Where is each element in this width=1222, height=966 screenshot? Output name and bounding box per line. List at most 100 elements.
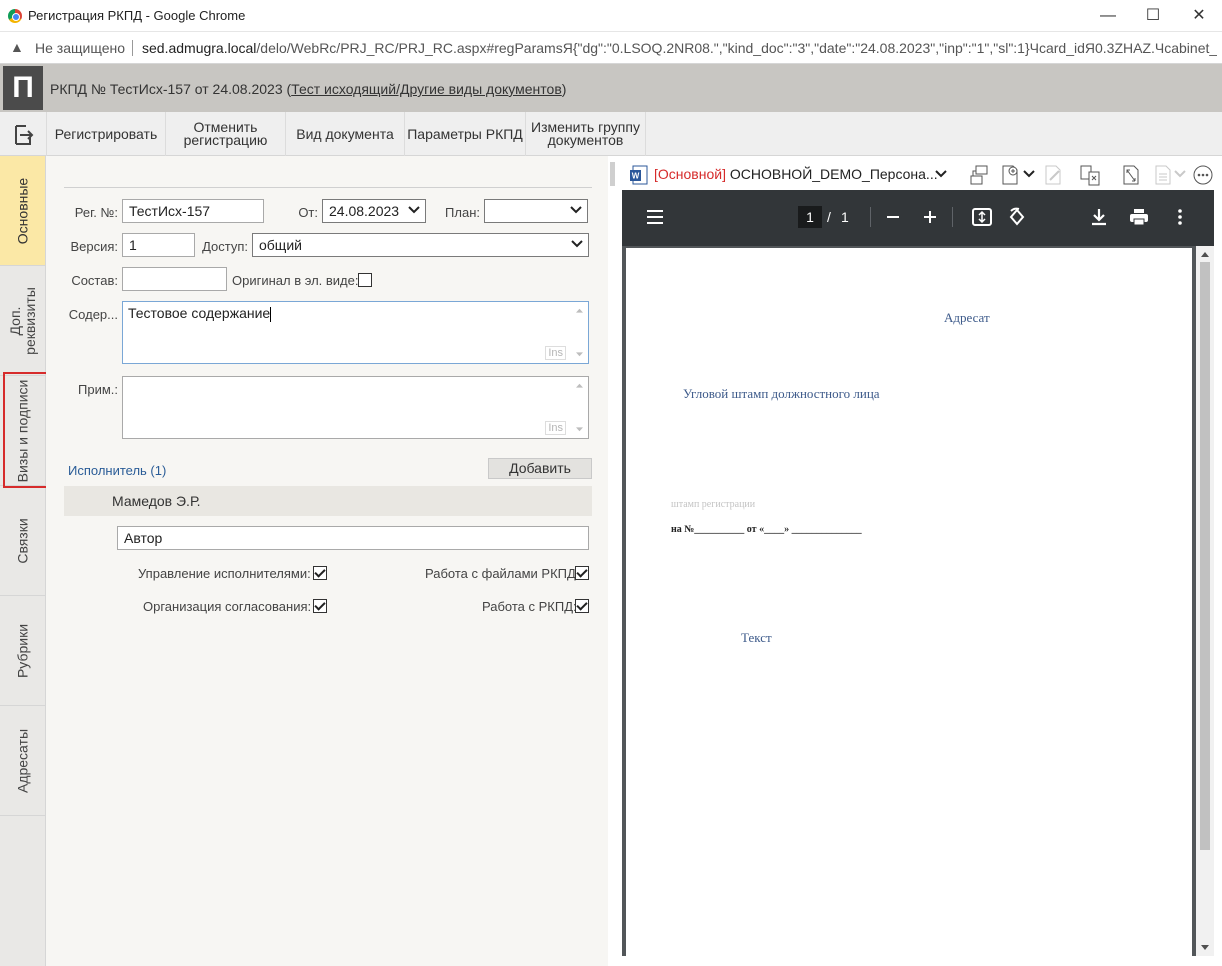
reg-no-input[interactable]: ТестИсх-157 [122, 199, 264, 223]
doc-kind-link[interactable]: Тест исходящий/Другие виды документов [291, 81, 562, 97]
window-title: Регистрация РКПД - Google Chrome [28, 8, 246, 23]
rotate-icon[interactable] [1007, 207, 1027, 227]
tab-addressees[interactable]: Адресаты [0, 706, 45, 816]
app-header: РКПД № ТестИсх-157 от 24.08.2023 (Тест и… [0, 64, 1222, 112]
scroll-down-icon[interactable] [1200, 944, 1210, 952]
address-separator [132, 40, 133, 56]
chevron-down-icon[interactable] [1174, 168, 1186, 180]
executor-link[interactable]: Исполнитель (1) [68, 463, 166, 478]
tab-rubrics[interactable]: Рубрики [0, 596, 45, 706]
pdf-reg-stamp: штамп регистрации [671, 499, 756, 510]
doc-type-button[interactable]: Вид документа [286, 112, 405, 156]
warning-icon[interactable]: ▲ [10, 39, 26, 55]
zoom-in-icon[interactable] [923, 210, 937, 224]
close-button[interactable]: ✕ [1176, 0, 1222, 32]
more-vert-icon[interactable] [1177, 208, 1183, 226]
register-button[interactable]: Регистрировать [46, 112, 166, 156]
pdf-addressee: Адресат [944, 310, 990, 325]
change-group-button[interactable]: Изменить группу документов [526, 112, 646, 156]
address-bar[interactable]: ▲ Не защищено sed.admugra.local/delo/Web… [0, 32, 1222, 64]
chevron-down-icon[interactable] [935, 168, 947, 180]
date-label: От: [298, 205, 318, 220]
chrome-icon [8, 9, 22, 23]
document-icon[interactable] [1153, 163, 1173, 187]
menu-icon[interactable] [646, 209, 664, 225]
content-scrollbar[interactable] [571, 302, 588, 363]
pdf-page: Адресат Угловой штамп должностного лица … [626, 248, 1192, 960]
expand-icon[interactable] [1120, 163, 1142, 187]
url-host: sed.admugra.local [142, 40, 257, 56]
pdf-corner-stamp: Угловой штамп должностного лица [683, 386, 880, 401]
perm-approval-checkbox[interactable] [313, 599, 327, 613]
composition-label: Состав: [71, 273, 118, 288]
access-value: общий [259, 237, 302, 253]
document-title: РКПД № ТестИсх-157 от 24.08.2023 (Тест и… [50, 81, 566, 97]
content-textarea[interactable]: Тестовое содержание Ins [122, 301, 589, 364]
perm-files-checkbox[interactable] [575, 566, 589, 580]
params-button[interactable]: Параметры РКПД [405, 112, 526, 156]
cancel-registration-button[interactable]: Отменить регистрацию [166, 112, 286, 156]
page-total: 1 [841, 209, 849, 225]
version-input[interactable]: 1 [122, 233, 195, 257]
perm-rkpd-checkbox[interactable] [575, 599, 589, 613]
change-group-label-2: документов [547, 132, 624, 148]
pdf-scroll-thumb[interactable] [1200, 262, 1210, 850]
pdf-scrollbar[interactable] [1196, 246, 1214, 956]
file-tree-icon[interactable] [968, 163, 992, 187]
tab-links-label: Связки [14, 517, 30, 564]
original-label: Оригинал в эл. виде: [232, 273, 359, 288]
maximize-button[interactable]: ☐ [1130, 0, 1176, 32]
perm-manage-executors-checkbox[interactable] [313, 566, 327, 580]
page-separator: / [827, 209, 831, 225]
note-ins-indicator: Ins [545, 421, 566, 435]
url-text[interactable]: sed.admugra.local/delo/WebRc/PRJ_RC/PRJ_… [142, 40, 1217, 56]
minimize-button[interactable]: — [1085, 0, 1131, 32]
tab-links[interactable]: Связки [0, 486, 45, 596]
note-label: Прим.: [78, 382, 118, 397]
perm-rkpd-label: Работа с РКПД: [482, 599, 577, 614]
original-checkbox[interactable] [358, 273, 372, 287]
register-label: Регистрировать [54, 125, 158, 142]
content-label: Содер... [68, 307, 118, 322]
pane-splitter[interactable] [610, 162, 615, 186]
download-icon[interactable] [1091, 208, 1107, 226]
add-executor-button[interactable]: Добавить [488, 458, 592, 479]
tab-main-label: Основные [14, 177, 30, 244]
form-panel: Рег. №: ТестИсх-157 От: 24.08.2023 План:… [46, 156, 608, 966]
tab-addressees-label: Адресаты [14, 728, 30, 793]
perm-manage-executors-label: Управление исполнителями: [138, 566, 311, 581]
pdf-reply-line: на №__________ от «____» ______________ [671, 524, 862, 535]
fit-page-icon[interactable] [972, 208, 992, 226]
more-options-icon[interactable] [1192, 164, 1214, 186]
tab-rubrics-label: Рубрики [14, 623, 30, 678]
composition-input[interactable] [122, 267, 227, 291]
insecure-label[interactable]: Не защищено [35, 40, 125, 56]
browser-title-bar: Регистрация РКПД - Google Chrome — ☐ ✕ [0, 0, 1222, 32]
plan-select[interactable] [484, 199, 588, 223]
note-textarea[interactable]: Ins [122, 376, 589, 439]
add-file-icon[interactable] [998, 163, 1022, 187]
replace-file-icon[interactable] [1078, 163, 1102, 187]
edit-file-icon[interactable] [1042, 163, 1064, 187]
zoom-out-icon[interactable] [886, 210, 900, 224]
svg-text:W: W [632, 172, 640, 181]
print-icon[interactable] [1129, 208, 1149, 226]
tab-extra-requisites[interactable]: Доп. реквизиты [0, 266, 45, 376]
executor-row[interactable]: Мамедов Э.Р. [64, 486, 592, 516]
scroll-up-icon[interactable] [1200, 250, 1210, 258]
tab-main[interactable]: Основные [0, 156, 45, 266]
date-value: 24.08.2023 [329, 203, 400, 219]
file-selector[interactable]: [Основной] ОСНОВНОЙ_DEMO_Персона... [654, 166, 938, 182]
note-scrollbar[interactable] [571, 377, 588, 438]
pdf-viewport[interactable]: Адресат Угловой штамп должностного лица … [622, 246, 1214, 960]
exit-icon[interactable] [10, 122, 36, 148]
page-number-input[interactable]: 1 [798, 206, 822, 228]
tab-extra-line1: Доп. [6, 306, 23, 335]
chevron-down-icon[interactable] [1023, 168, 1035, 180]
access-select[interactable]: общий [252, 233, 589, 257]
role-input[interactable]: Автор [117, 526, 589, 550]
pdf-toolbar-divider [952, 207, 953, 227]
date-select[interactable]: 24.08.2023 [322, 199, 426, 223]
file-tag: [Основной] [654, 166, 726, 182]
chevron-down-icon [408, 206, 420, 214]
